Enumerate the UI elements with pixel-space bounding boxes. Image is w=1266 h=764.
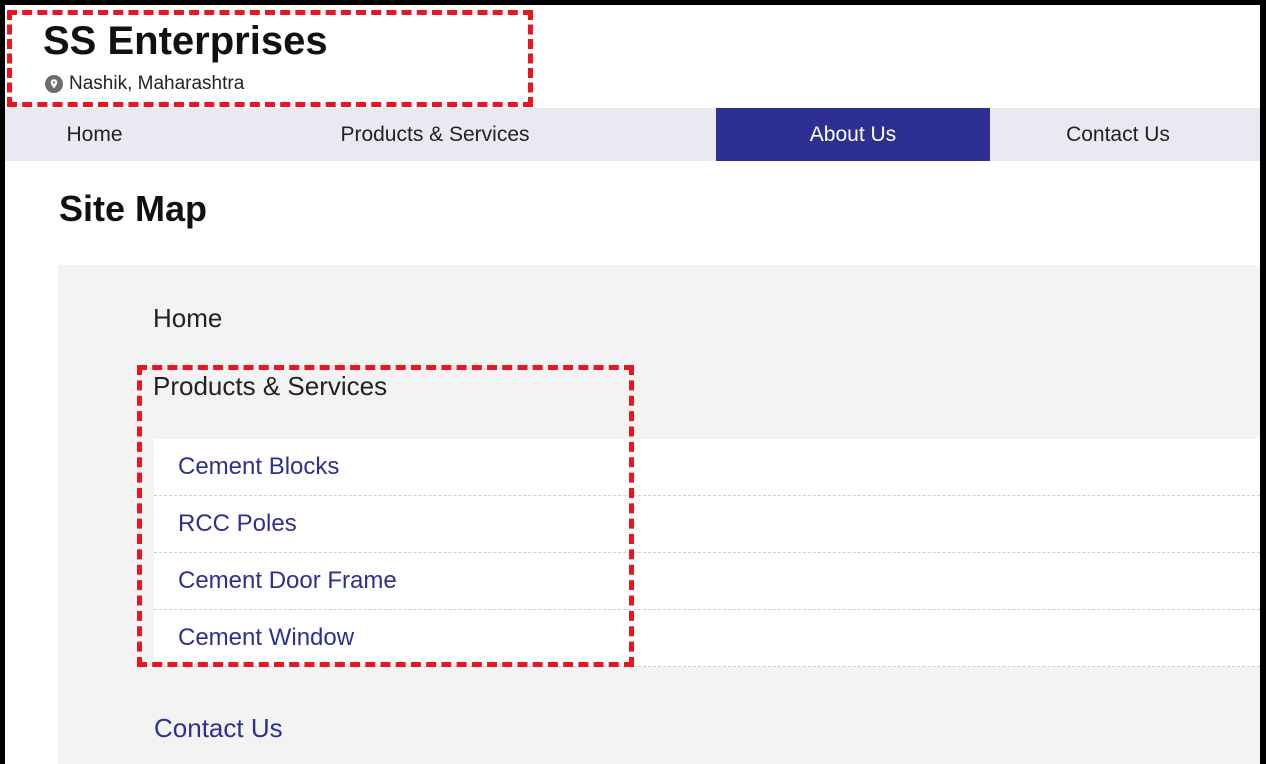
- nav-products-services[interactable]: Products & Services: [284, 108, 716, 161]
- location-text: Nashik, Maharashtra: [69, 73, 245, 94]
- sitemap-link-home[interactable]: Home: [153, 303, 222, 333]
- company-name[interactable]: SS Enterprises: [43, 17, 328, 65]
- nav-home[interactable]: Home: [5, 108, 284, 161]
- sitemap-link-contact-us[interactable]: Contact Us: [154, 713, 283, 743]
- nav-contact-us[interactable]: Contact Us: [990, 108, 1260, 161]
- page-title: Site Map: [59, 188, 208, 229]
- sitemap-link-cement-blocks[interactable]: Cement Blocks: [154, 439, 1260, 496]
- sitemap-link-cement-door-frame[interactable]: Cement Door Frame: [154, 553, 1260, 610]
- sitemap-link-cement-window[interactable]: Cement Window: [154, 610, 1260, 667]
- sitemap-products-heading[interactable]: Products & Services: [153, 371, 387, 401]
- sitemap-panel: Home Products & Services Cement Blocks R…: [58, 265, 1260, 764]
- sitemap-link-rcc-poles[interactable]: RCC Poles: [154, 496, 1260, 553]
- company-location: Nashik, Maharashtra: [45, 73, 244, 95]
- sitemap-products-list: Cement Blocks RCC Poles Cement Door Fram…: [154, 439, 1260, 667]
- page-frame: SS Enterprises Nashik, Maharashtra Home …: [0, 0, 1266, 764]
- main-nav: Home Products & Services About Us Contac…: [5, 108, 1260, 161]
- nav-about-us[interactable]: About Us: [716, 108, 990, 161]
- map-pin-icon: [45, 75, 63, 93]
